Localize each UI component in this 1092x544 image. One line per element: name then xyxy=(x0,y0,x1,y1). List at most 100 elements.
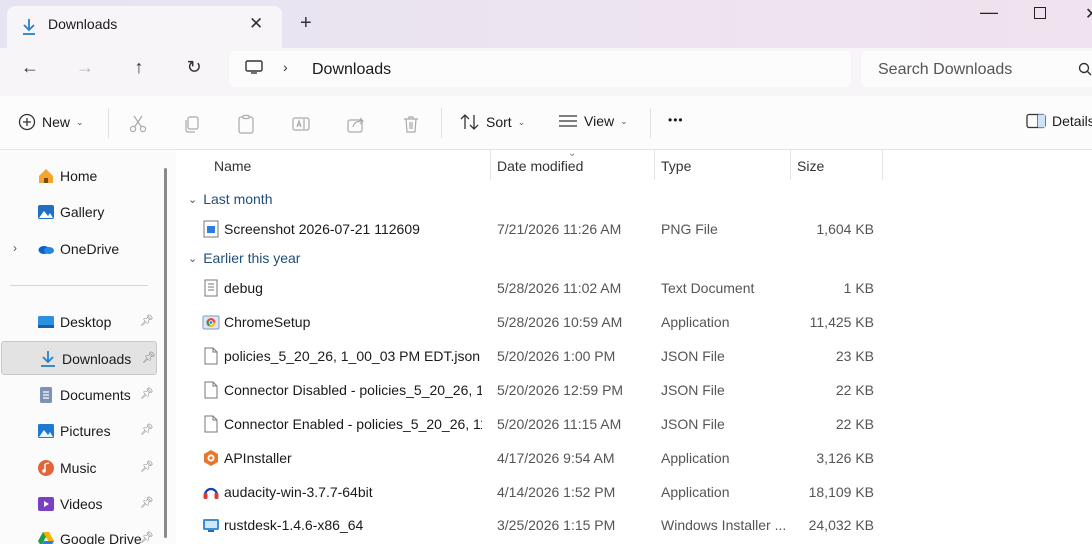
group-header-last-month[interactable]: ⌄ Last month xyxy=(188,191,272,207)
file-size: 24,032 KB xyxy=(808,517,874,533)
new-tab-button[interactable]: + xyxy=(300,12,312,35)
file-date: 7/21/2026 11:26 AM xyxy=(497,221,622,237)
file-size: 22 KB xyxy=(835,382,874,398)
maximize-button[interactable] xyxy=(1034,7,1046,19)
column-divider[interactable] xyxy=(882,150,883,180)
toolbar-divider xyxy=(650,108,651,138)
sidebar-divider xyxy=(10,285,148,286)
paste-icon[interactable] xyxy=(236,114,256,134)
tab-title: Downloads xyxy=(48,16,118,32)
sidebar-item-music[interactable]: Music 📌︎ xyxy=(0,451,158,485)
details-pane-button[interactable]: Details xyxy=(1026,113,1092,129)
file-list: Name ⌄ Date modified Type Size ⌄ Last mo… xyxy=(176,148,1092,544)
tab-downloads[interactable]: Downloads ✕ xyxy=(7,6,282,48)
sidebar-item-pictures[interactable]: Pictures 📌︎ xyxy=(0,414,158,448)
group-header-earlier-this-year[interactable]: ⌄ Earlier this year xyxy=(188,250,300,266)
file-type: PNG File xyxy=(661,221,718,237)
address-bar-row: ← → ↑ ↻ › Downloads Search Downloads xyxy=(0,48,1092,96)
sidebar-item-label: Desktop xyxy=(60,314,112,330)
file-type: Application xyxy=(661,450,730,466)
pin-icon[interactable]: 📌︎ xyxy=(140,387,154,400)
file-name: Connector Disabled - policies_5_20_26, 1… xyxy=(224,382,482,398)
table-row[interactable]: ChromeSetup 5/28/2026 10:59 AM Applicati… xyxy=(176,305,1092,339)
address-field[interactable]: › Downloads xyxy=(229,51,851,87)
table-row[interactable]: Screenshot 2026-07-21 112609 7/21/2026 1… xyxy=(176,212,1092,246)
sidebar-item-google-drive[interactable]: Google Drive 📌︎ xyxy=(0,522,158,544)
column-divider[interactable] xyxy=(654,150,655,180)
sidebar-item-onedrive[interactable]: › OneDrive xyxy=(0,232,158,266)
file-size: 22 KB xyxy=(835,416,874,432)
pin-icon[interactable]: 📌︎ xyxy=(140,423,154,436)
pin-icon[interactable]: 📌︎ xyxy=(140,314,154,327)
music-icon xyxy=(38,460,54,476)
sidebar-item-videos[interactable]: Videos 📌︎ xyxy=(0,487,158,521)
cut-icon[interactable] xyxy=(128,114,148,134)
column-header-size[interactable]: Size xyxy=(797,158,824,174)
installer-icon xyxy=(203,519,219,532)
share-icon[interactable] xyxy=(346,114,366,134)
table-row[interactable]: Connector Disabled - policies_5_20_26, 1… xyxy=(176,373,1092,407)
sidebar-scrollbar[interactable] xyxy=(164,168,167,538)
breadcrumb-downloads[interactable]: Downloads xyxy=(312,61,391,79)
file-type: JSON File xyxy=(661,348,725,364)
file-size: 3,126 KB xyxy=(816,450,874,466)
sidebar-item-documents[interactable]: Documents 📌︎ xyxy=(0,378,158,412)
search-box[interactable]: Search Downloads xyxy=(861,51,1092,87)
chevron-down-icon: ⌄ xyxy=(517,116,526,127)
table-row[interactable]: policies_5_20_26, 1_00_03 PM EDT.json 5/… xyxy=(176,339,1092,373)
sidebar-item-home[interactable]: Home xyxy=(0,159,158,193)
file-size: 1 KB xyxy=(843,280,874,296)
view-button[interactable]: View ⌄ xyxy=(558,113,628,129)
download-icon xyxy=(23,19,35,35)
breadcrumb-separator[interactable]: › xyxy=(283,59,288,75)
rename-icon[interactable] xyxy=(291,114,311,134)
file-size: 18,109 KB xyxy=(808,484,874,500)
sort-button[interactable]: Sort ⌄ xyxy=(460,113,525,131)
new-button[interactable]: New ⌄ xyxy=(18,113,84,131)
tab-close-icon[interactable]: ✕ xyxy=(249,14,263,34)
google-drive-icon xyxy=(38,532,54,544)
back-button[interactable]: ← xyxy=(18,57,42,78)
delete-icon[interactable] xyxy=(401,114,421,134)
file-type: Windows Installer ... xyxy=(661,517,787,533)
column-header-type[interactable]: Type xyxy=(661,158,691,174)
pin-icon[interactable]: 📌︎ xyxy=(140,496,154,509)
sidebar-item-gallery[interactable]: Gallery xyxy=(0,195,158,229)
chevron-down-icon: ⌄ xyxy=(188,252,198,265)
group-label: Earlier this year xyxy=(203,250,301,266)
table-row[interactable]: rustdesk-1.4.6-x86_64 3/25/2026 1:15 PM … xyxy=(176,508,1092,542)
file-date: 5/20/2026 12:59 PM xyxy=(497,382,624,398)
minimize-button[interactable]: — xyxy=(980,2,998,23)
table-row[interactable]: Connector Enabled - policies_5_20_26, 11… xyxy=(176,407,1092,441)
view-label: View xyxy=(584,113,615,129)
column-header-date[interactable]: Date modified xyxy=(497,158,583,174)
pin-icon[interactable]: 📌︎ xyxy=(140,531,154,544)
column-divider[interactable] xyxy=(490,150,491,180)
file-type: Text Document xyxy=(661,280,755,296)
more-options-button[interactable]: ••• xyxy=(668,113,684,127)
pin-icon[interactable]: 📌︎ xyxy=(142,351,156,364)
refresh-button[interactable]: ↻ xyxy=(182,57,206,78)
sidebar-item-label: OneDrive xyxy=(60,241,120,257)
documents-icon xyxy=(40,387,52,403)
copy-icon[interactable] xyxy=(182,114,202,134)
sidebar-item-desktop[interactable]: Desktop 📌︎ xyxy=(0,305,158,339)
forward-button[interactable]: → xyxy=(73,57,97,78)
close-window-button[interactable]: ✕ xyxy=(1085,4,1092,24)
column-header-name[interactable]: Name xyxy=(214,158,251,174)
downloads-icon xyxy=(41,351,55,367)
pin-icon[interactable]: 📌︎ xyxy=(140,460,154,473)
up-button[interactable]: ↑ xyxy=(127,57,151,78)
new-label: New xyxy=(42,114,71,130)
group-label: Last month xyxy=(203,191,273,207)
view-list-icon xyxy=(559,115,577,127)
chevron-right-icon[interactable]: › xyxy=(13,241,17,255)
file-type: JSON File xyxy=(661,416,725,432)
table-row[interactable]: debug 5/28/2026 11:02 AM Text Document 1… xyxy=(176,271,1092,305)
column-divider[interactable] xyxy=(790,150,791,180)
sidebar-item-downloads[interactable]: Downloads 📌︎ xyxy=(1,341,157,375)
json-file-icon xyxy=(204,381,218,399)
file-date: 5/28/2026 10:59 AM xyxy=(497,314,623,330)
table-row[interactable]: audacity-win-3.7.7-64bit 4/14/2026 1:52 … xyxy=(176,475,1092,509)
table-row[interactable]: APInstaller 4/17/2026 9:54 AM Applicatio… xyxy=(176,441,1092,475)
